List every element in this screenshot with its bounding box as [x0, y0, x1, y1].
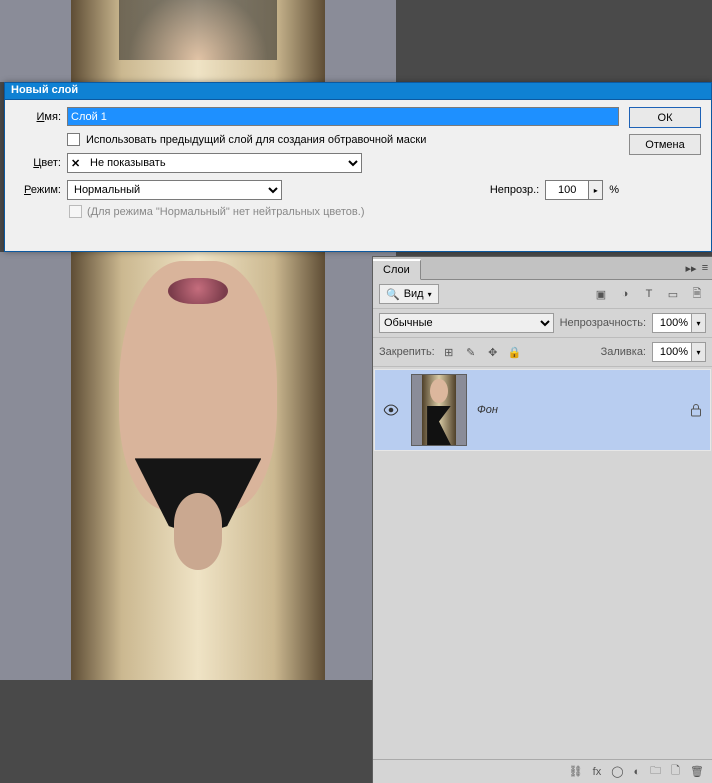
fill-stepper[interactable]: ▾: [692, 342, 706, 362]
filter-pixel-icon[interactable]: ▣: [592, 285, 610, 303]
visibility-toggle[interactable]: [383, 404, 401, 416]
panel-opacity-input[interactable]: [652, 313, 692, 333]
filter-smart-icon[interactable]: 🗎: [688, 285, 706, 303]
dialog-title: Новый слой: [5, 83, 711, 100]
layers-list: Фон: [373, 367, 712, 757]
neutral-note: (Для режима "Нормальный" нет нейтральных…: [87, 206, 364, 218]
cancel-button[interactable]: Отмена: [629, 134, 701, 155]
layer-row-background[interactable]: Фон: [374, 369, 711, 451]
layer-thumbnail[interactable]: [411, 374, 467, 446]
layers-bottom-toolbar: ⛓ fx ◯ ◐ 🗀 🗋 🗑: [373, 759, 712, 783]
layer-fx-icon[interactable]: fx: [593, 766, 602, 778]
clipping-mask-label: Использовать предыдущий слой для создани…: [86, 134, 426, 146]
filter-shape-icon[interactable]: ▭: [664, 285, 682, 303]
panel-opacity-label: Непрозрачность:: [560, 317, 646, 329]
color-select[interactable]: Не показывать: [67, 153, 362, 173]
new-layer-dialog: Новый слой Имя: Использовать предыдущий …: [4, 82, 712, 252]
canvas-pasteboard: [0, 680, 396, 783]
layer-mask-icon[interactable]: ◯: [611, 765, 623, 778]
color-label: Цвет:: [15, 157, 61, 169]
blend-mode-select[interactable]: Нормальный: [67, 180, 282, 200]
filter-adjust-icon[interactable]: ◑: [616, 285, 634, 303]
opacity-stepper[interactable]: ▸: [589, 180, 603, 200]
lock-brush-icon[interactable]: ✎: [463, 344, 479, 360]
layer-filter-kind[interactable]: 🔍 Вид ▾: [379, 284, 439, 304]
panel-menu-icon[interactable]: ≡: [698, 262, 712, 274]
delete-layer-icon[interactable]: 🗑: [690, 765, 704, 778]
panel-opacity-stepper[interactable]: ▾: [692, 313, 706, 333]
ok-button[interactable]: ОК: [629, 107, 701, 128]
clipping-mask-checkbox[interactable]: [67, 133, 80, 146]
lock-move-icon[interactable]: ✥: [485, 344, 501, 360]
layer-lock-icon: [690, 403, 702, 417]
color-none-icon: ✕: [71, 157, 80, 170]
canvas-image-bottom: [0, 252, 396, 682]
filter-type-icon[interactable]: T: [640, 285, 658, 303]
layer-name-input[interactable]: [67, 107, 619, 126]
neutral-fill-checkbox: [69, 205, 82, 218]
eye-icon: [383, 404, 399, 416]
blend-mode-panel-select[interactable]: Обычные: [379, 313, 554, 333]
new-layer-icon[interactable]: 🗋: [671, 762, 680, 781]
fill-label: Заливка:: [601, 346, 646, 358]
chevron-down-icon: ▾: [428, 290, 432, 299]
canvas-image-top: [0, 0, 396, 82]
fill-adjust-icon[interactable]: ◐: [634, 766, 641, 778]
fill-input[interactable]: [652, 342, 692, 362]
link-layers-icon[interactable]: ⛓: [569, 765, 583, 778]
tab-layers[interactable]: Слои: [373, 259, 421, 280]
panel-flyout-icon[interactable]: ▸▸: [684, 262, 698, 275]
name-label: Имя:: [15, 111, 61, 123]
mode-label: Режим:: [15, 184, 61, 196]
lock-all-icon[interactable]: 🔒: [507, 344, 523, 360]
lock-label: Закрепить:: [379, 346, 435, 358]
new-group-icon[interactable]: 🗀: [650, 762, 661, 781]
opacity-label: Непрозр.:: [490, 184, 539, 196]
layers-panel: Слои ▸▸ ≡ 🔍 Вид ▾ ▣ ◑ T ▭ 🗎 Обычные Непр…: [372, 256, 712, 783]
layer-name-label: Фон: [477, 404, 680, 416]
opacity-percent: %: [609, 184, 619, 196]
lock-pixels-icon[interactable]: ⊞: [441, 344, 457, 360]
opacity-input[interactable]: [545, 180, 589, 200]
search-icon: 🔍: [386, 288, 400, 301]
